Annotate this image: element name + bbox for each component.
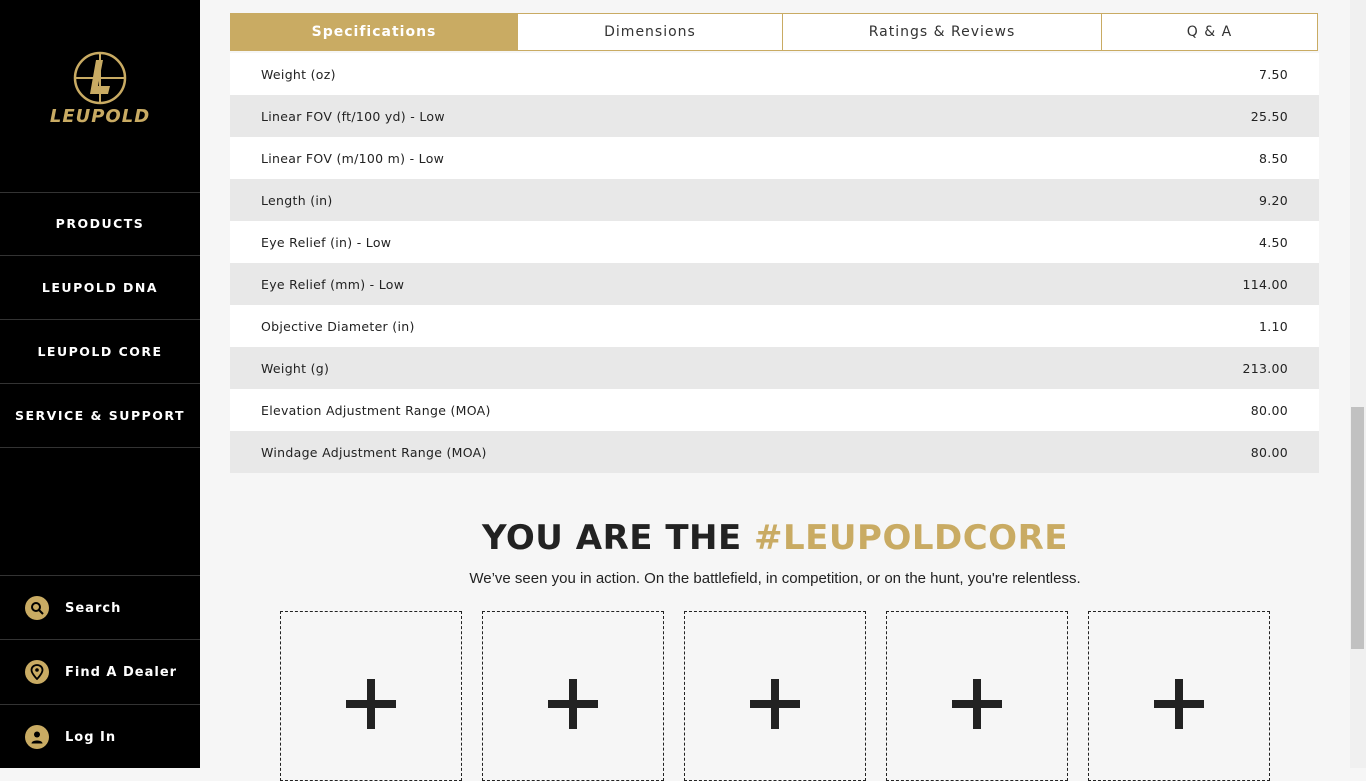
location-pin-icon bbox=[25, 660, 49, 684]
upload-tile[interactable] bbox=[280, 611, 462, 781]
spec-row: Objective Diameter (in) 1.10 bbox=[230, 305, 1319, 347]
spec-name: Objective Diameter (in) bbox=[261, 318, 415, 334]
spec-name: Linear FOV (ft/100 yd) - Low bbox=[261, 108, 445, 124]
specifications-table: Weight (oz) 7.50 Linear FOV (ft/100 yd) -… bbox=[230, 53, 1319, 473]
spec-name: Weight (oz) bbox=[261, 66, 336, 82]
search-link[interactable]: Search bbox=[0, 575, 200, 640]
plus-icon bbox=[548, 679, 598, 729]
spec-row: Weight (oz) 7.50 bbox=[230, 53, 1319, 95]
brand-name: LEUPOLD bbox=[49, 106, 151, 127]
spec-value: 80.00 bbox=[1250, 402, 1288, 418]
user-icon bbox=[25, 725, 49, 749]
spec-row: Eye Relief (in) - Low 4.50 bbox=[230, 221, 1319, 263]
find-dealer-link[interactable]: Find A Dealer bbox=[0, 639, 200, 704]
upload-tile[interactable] bbox=[482, 611, 664, 781]
product-tabs: Specifications Dimensions Ratings & Revi… bbox=[230, 13, 1318, 51]
nav-products[interactable]: PRODUCTS bbox=[0, 192, 200, 256]
login-link[interactable]: Log In bbox=[0, 704, 200, 769]
core-section-subtitle: We’ve seen you in action. On the battlef… bbox=[469, 570, 1081, 587]
spec-value: 213.00 bbox=[1242, 360, 1288, 376]
spec-name: Linear FOV (m/100 m) - Low bbox=[261, 150, 445, 166]
spec-row: Linear FOV (ft/100 yd) - Low 25.50 bbox=[230, 95, 1319, 137]
spec-name: Eye Relief (mm) - Low bbox=[261, 276, 405, 292]
login-label: Log In bbox=[65, 729, 117, 745]
spec-row: Length (in) 9.20 bbox=[230, 179, 1319, 221]
spec-value: 1.10 bbox=[1258, 318, 1288, 334]
core-section-title: YOU ARE THE #LEUPOLDCORE bbox=[200, 518, 1350, 558]
plus-icon bbox=[750, 679, 800, 729]
spec-row: Elevation Adjustment Range (MOA) 80.00 bbox=[230, 389, 1319, 431]
leupold-reticle-icon bbox=[73, 51, 127, 105]
spec-value: 25.50 bbox=[1250, 108, 1288, 124]
spec-name: Length (in) bbox=[261, 192, 333, 208]
spec-name: Weight (g) bbox=[261, 360, 330, 376]
nav-leupold-core[interactable]: LEUPOLD CORE bbox=[0, 320, 200, 384]
core-hashtag: #LEUPOLDCORE bbox=[754, 518, 1068, 558]
spec-value: 114.00 bbox=[1242, 276, 1288, 292]
spec-row: Weight (g) 213.00 bbox=[230, 347, 1319, 389]
upload-tile[interactable] bbox=[886, 611, 1068, 781]
plus-icon bbox=[952, 679, 1002, 729]
tab-specifications[interactable]: Specifications bbox=[231, 14, 517, 50]
spec-value: 8.50 bbox=[1258, 150, 1288, 166]
brand-logo[interactable]: LEUPOLD bbox=[0, 0, 200, 193]
tab-dimensions[interactable]: Dimensions bbox=[517, 14, 782, 50]
page-scrollbar[interactable] bbox=[1350, 0, 1366, 768]
find-dealer-label: Find A Dealer bbox=[65, 664, 178, 680]
spec-value: 7.50 bbox=[1258, 66, 1288, 82]
spec-name: Elevation Adjustment Range (MOA) bbox=[261, 402, 491, 418]
spec-row: Windage Adjustment Range (MOA) 80.00 bbox=[230, 431, 1319, 473]
spec-value: 9.20 bbox=[1258, 192, 1288, 208]
spec-value: 4.50 bbox=[1258, 234, 1288, 250]
nav-leupold-dna[interactable]: LEUPOLD DNA bbox=[0, 256, 200, 320]
upload-tile[interactable] bbox=[1088, 611, 1270, 781]
sidebar: LEUPOLD PRODUCTS LEUPOLD DNA LEUPOLD COR… bbox=[0, 0, 200, 768]
upload-tile[interactable] bbox=[684, 611, 866, 781]
spec-value: 80.00 bbox=[1250, 444, 1288, 460]
tab-qa[interactable]: Q & A bbox=[1101, 14, 1317, 50]
plus-icon bbox=[1154, 679, 1204, 729]
spec-row: Linear FOV (m/100 m) - Low 8.50 bbox=[230, 137, 1319, 179]
scrollbar-thumb[interactable] bbox=[1351, 407, 1364, 649]
nav-service-support[interactable]: SERVICE & SUPPORT bbox=[0, 384, 200, 448]
search-icon bbox=[25, 596, 49, 620]
spec-row: Eye Relief (mm) - Low 114.00 bbox=[230, 263, 1319, 305]
core-title-prefix: YOU ARE THE bbox=[482, 518, 755, 558]
spec-name: Eye Relief (in) - Low bbox=[261, 234, 392, 250]
search-label: Search bbox=[65, 600, 122, 616]
spec-name: Windage Adjustment Range (MOA) bbox=[261, 444, 487, 460]
plus-icon bbox=[346, 679, 396, 729]
tab-ratings-reviews[interactable]: Ratings & Reviews bbox=[782, 14, 1101, 50]
